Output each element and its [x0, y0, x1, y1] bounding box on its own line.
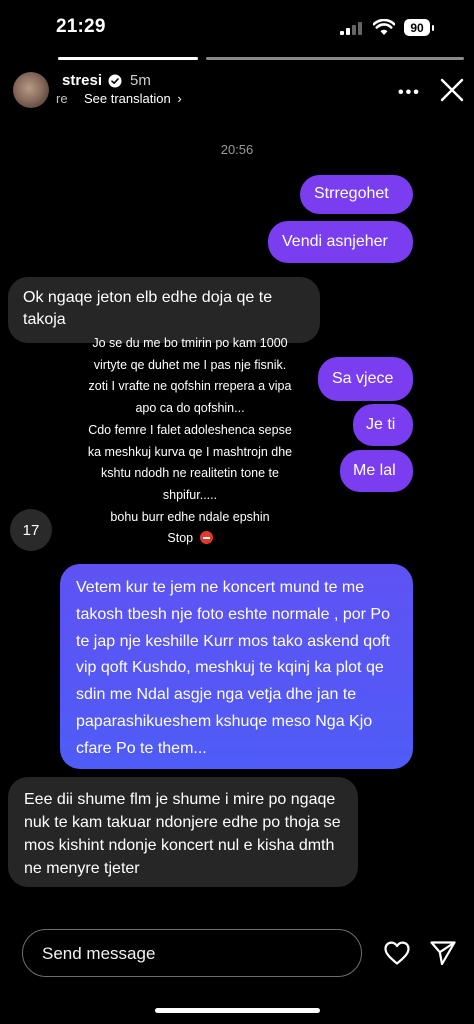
sent-message: Vendi asnjeher: [268, 221, 413, 263]
battery-icon: 90: [404, 19, 434, 36]
overlay-line: shpifur.....: [162, 487, 218, 502]
post-time: 5m: [130, 72, 151, 89]
sent-message: Strregohet: [300, 175, 413, 214]
sent-message: Vetem kur te jem ne koncert mund te me t…: [60, 564, 413, 769]
overlay-line: virtyte qe duhet me I pas nje fisnik.: [93, 357, 287, 372]
background-text: re: [56, 91, 68, 106]
avatar[interactable]: [13, 72, 49, 108]
reply-count-badge[interactable]: 17: [10, 509, 52, 551]
overlay-line: Jo se du me bo tmirin po kam 1000: [92, 336, 288, 350]
wifi-icon: [373, 19, 395, 35]
stop-emoji-icon: [199, 531, 213, 545]
home-indicator: [155, 1008, 320, 1013]
sent-message: Sa vjece: [318, 357, 413, 401]
overlay-line: kshtu ndodh ne realitetin tone te: [101, 466, 279, 481]
overlay-line: bohu burr edhe ndale epshin: [110, 509, 270, 524]
signal-icon: [340, 22, 366, 35]
overlay-line: apo ca do qofshin...: [135, 401, 245, 416]
close-icon[interactable]: [440, 78, 464, 102]
story-overlay-text: Jo se du me bo tmirin po kam 1000 virtyt…: [70, 333, 310, 550]
send-icon[interactable]: [429, 940, 457, 966]
received-message: Eee dii shume flm je shume i mire po nga…: [8, 777, 358, 887]
story-progress-bar: [58, 57, 464, 60]
more-icon[interactable]: •••: [398, 84, 421, 102]
username[interactable]: stresi: [62, 72, 102, 89]
overlay-line-stop: Stop: [70, 528, 310, 550]
overlay-line: zoti I vrafte ne qofshin rrepera a vipa: [88, 379, 292, 394]
overlay-line: ka meshkuj kurva qe I mashtrojn dhe: [87, 444, 293, 459]
chat-timestamp: 20:56: [220, 142, 254, 157]
heart-icon[interactable]: [383, 940, 411, 966]
sent-message: Je ti: [353, 404, 413, 446]
sent-message: Me lal: [340, 450, 413, 492]
verified-icon: [108, 74, 122, 88]
status-time: 21:29: [56, 16, 106, 37]
see-translation-link[interactable]: See translation ›: [84, 91, 182, 106]
overlay-stop-label: Stop: [167, 531, 194, 546]
see-translation-label: See translation: [84, 91, 171, 106]
chevron-right-icon: ›: [177, 91, 182, 106]
message-input-placeholder: Send message: [42, 944, 156, 963]
overlay-line: Cdo femre I falet adoleshenca sepse: [88, 422, 292, 437]
